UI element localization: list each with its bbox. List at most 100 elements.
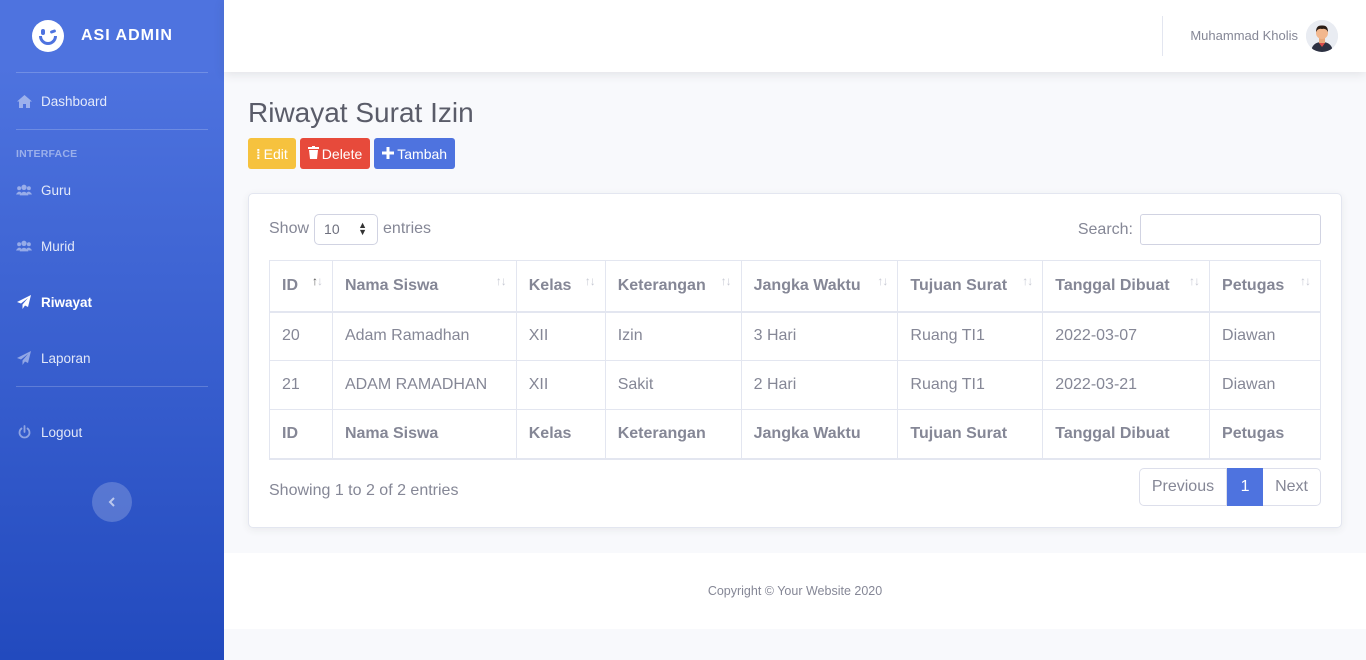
column-header-label: Keterangan	[617, 276, 706, 294]
add-button[interactable]: Tambah	[374, 138, 456, 169]
sidebar-divider	[16, 129, 208, 130]
data-table: ID ↑↓ Nama Siswa ↑↓ Kelas ↑↓ Keterangan ↑↓ J…	[269, 260, 1321, 460]
sidebar-toggle-button[interactable]	[92, 482, 132, 522]
show-label: Show	[269, 220, 310, 237]
column-header-kelas[interactable]: Kelas ↑↓	[515, 260, 606, 313]
column-header-label: Petugas	[1222, 276, 1285, 294]
sort-icon: ↑↓	[1022, 274, 1033, 288]
table-cell: Diawan	[1209, 311, 1321, 361]
column-header-jangka-waktu[interactable]: Jangka Waktu ↑↓	[740, 260, 899, 313]
table-cell: Diawan	[1209, 360, 1321, 410]
column-footer-tujuan-surat: Tujuan Surat	[897, 409, 1044, 460]
column-header-keterangan[interactable]: Keterangan ↑↓	[604, 260, 742, 313]
table-cell: Izin	[604, 311, 742, 361]
column-header-label: ID	[282, 276, 298, 294]
sidebar-item-dashboard[interactable]: Dashboard	[0, 73, 224, 129]
users-icon	[16, 182, 32, 198]
sort-asc-icon: ↑↓	[311, 274, 323, 288]
sidebar-item-logout[interactable]: Logout	[0, 387, 224, 477]
column-footer-jangka-waktu: Jangka Waktu	[740, 409, 899, 460]
column-header-petugas[interactable]: Petugas ↑↓	[1209, 260, 1321, 313]
search-control: Search:	[1078, 214, 1321, 245]
table-cell: 21	[269, 360, 333, 410]
table-cell: 20	[269, 311, 333, 361]
delete-button[interactable]: Delete	[299, 138, 371, 169]
footer: Copyright © Your Website 2020	[224, 553, 1366, 629]
search-label: Search:	[1077, 220, 1133, 238]
column-header-label: Jangka Waktu	[753, 276, 861, 294]
table-cell: 3 Hari	[740, 311, 899, 361]
topbar: Muhammad Kholis	[224, 0, 1366, 72]
table-row[interactable]: 21 ADAM RAMADHAN XII Sakit 2 Hari Ruang …	[269, 360, 1321, 410]
column-footer-id: ID	[269, 409, 333, 460]
next-page-button[interactable]: Next	[1263, 468, 1321, 506]
power-icon	[16, 424, 32, 440]
table-cell: 2022-03-21	[1042, 360, 1211, 410]
sidebar-item-guru[interactable]: Guru	[0, 162, 224, 218]
column-header-label: Kelas	[528, 276, 572, 294]
table-cell: Ruang TI1	[897, 311, 1044, 361]
info-icon: ⁞	[256, 145, 261, 162]
table-info: Showing 1 to 2 of 2 entries	[269, 482, 459, 499]
paper-plane-icon	[16, 350, 32, 366]
sidebar-item-label: Riwayat	[41, 294, 93, 310]
sort-icon: ↑↓	[1189, 274, 1200, 288]
column-header-tujuan-surat[interactable]: Tujuan Surat ↑↓	[897, 260, 1044, 313]
table-cell: Sakit	[604, 360, 742, 410]
sort-icon: ↑↓	[584, 274, 596, 288]
column-footer-nama-siswa: Nama Siswa	[331, 409, 517, 460]
sidebar-item-riwayat[interactable]: Riwayat	[0, 274, 224, 330]
trash-icon	[307, 145, 319, 162]
sort-icon: ↑↓	[877, 274, 888, 288]
sort-icon: ↑↓	[720, 274, 732, 288]
table-cell: XII	[515, 311, 606, 361]
table-row[interactable]: 20 Adam Ramadhan XII Izin 3 Hari Ruang T…	[269, 311, 1321, 361]
avatar[interactable]	[1306, 20, 1338, 52]
users-icon	[16, 238, 32, 254]
sidebar-brand[interactable]: ASI ADMIN	[0, 0, 224, 72]
column-header-label: Nama Siswa	[344, 276, 439, 294]
brand-name: ASI ADMIN	[81, 27, 173, 44]
main-content: Riwayat Surat Izin ⁞ Edit Delete Tambah …	[248, 72, 1342, 528]
page-button-1[interactable]: 1	[1227, 468, 1264, 506]
table-cell: XII	[515, 360, 606, 410]
user-name[interactable]: Muhammad Kholis	[1190, 28, 1298, 43]
pagination: Previous 1 Next	[1138, 468, 1321, 506]
page-length-select[interactable]: 10 ▲ ▼	[314, 213, 379, 245]
table-footer-row: ID Nama Siswa Kelas Keterangan Jangka Wa…	[269, 409, 1321, 460]
column-header-nama-siswa[interactable]: Nama Siswa ↑↓	[331, 260, 517, 313]
laugh-wink-icon	[32, 20, 64, 52]
table-cell: Ruang TI1	[897, 360, 1044, 410]
sidebar-heading: INTERFACE	[16, 148, 78, 160]
sidebar-item-label: Laporan	[41, 350, 91, 366]
sidebar-item-murid[interactable]: Murid	[0, 218, 224, 274]
plus-icon	[382, 146, 395, 162]
table-cell: 2022-03-07	[1042, 311, 1211, 361]
sidebar-item-label: Logout	[41, 424, 83, 440]
sidebar-item-label: Guru	[41, 182, 72, 198]
table-cell: 2 Hari	[740, 360, 899, 410]
paper-plane-icon	[16, 294, 32, 310]
page-length-control: Show 10 ▲ ▼ entries	[269, 213, 432, 245]
search-input[interactable]	[1140, 214, 1321, 245]
copyright-text: Copyright © Your Website 2020	[707, 584, 883, 598]
column-footer-keterangan: Keterangan	[604, 409, 742, 460]
column-header-label: Tujuan Surat	[910, 276, 1008, 294]
column-footer-petugas: Petugas	[1209, 409, 1321, 460]
sidebar-item-laporan[interactable]: Laporan	[0, 330, 224, 386]
sort-icon: ↑↓	[495, 274, 507, 288]
table-cell: ADAM RAMADHAN	[331, 360, 517, 410]
select-caret-icon: ▲ ▼	[358, 219, 368, 237]
column-header-id[interactable]: ID ↑↓	[269, 260, 333, 313]
home-icon	[16, 93, 32, 109]
sidebar-item-label: Murid	[41, 238, 75, 254]
datatable-card: Show 10 ▲ ▼ entries Search: ID ↑↓ Nama S…	[248, 193, 1342, 528]
entries-label: entries	[383, 220, 432, 237]
chevron-left-icon	[108, 494, 116, 510]
previous-page-button[interactable]: Previous	[1138, 468, 1228, 506]
column-footer-tanggal-dibuat: Tanggal Dibuat	[1042, 409, 1211, 460]
column-header-tanggal-dibuat[interactable]: Tanggal Dibuat ↑↓	[1042, 260, 1211, 313]
edit-button-label: Edit	[263, 145, 288, 162]
edit-button[interactable]: ⁞ Edit	[248, 138, 296, 169]
column-header-label: Tanggal Dibuat	[1055, 276, 1170, 294]
